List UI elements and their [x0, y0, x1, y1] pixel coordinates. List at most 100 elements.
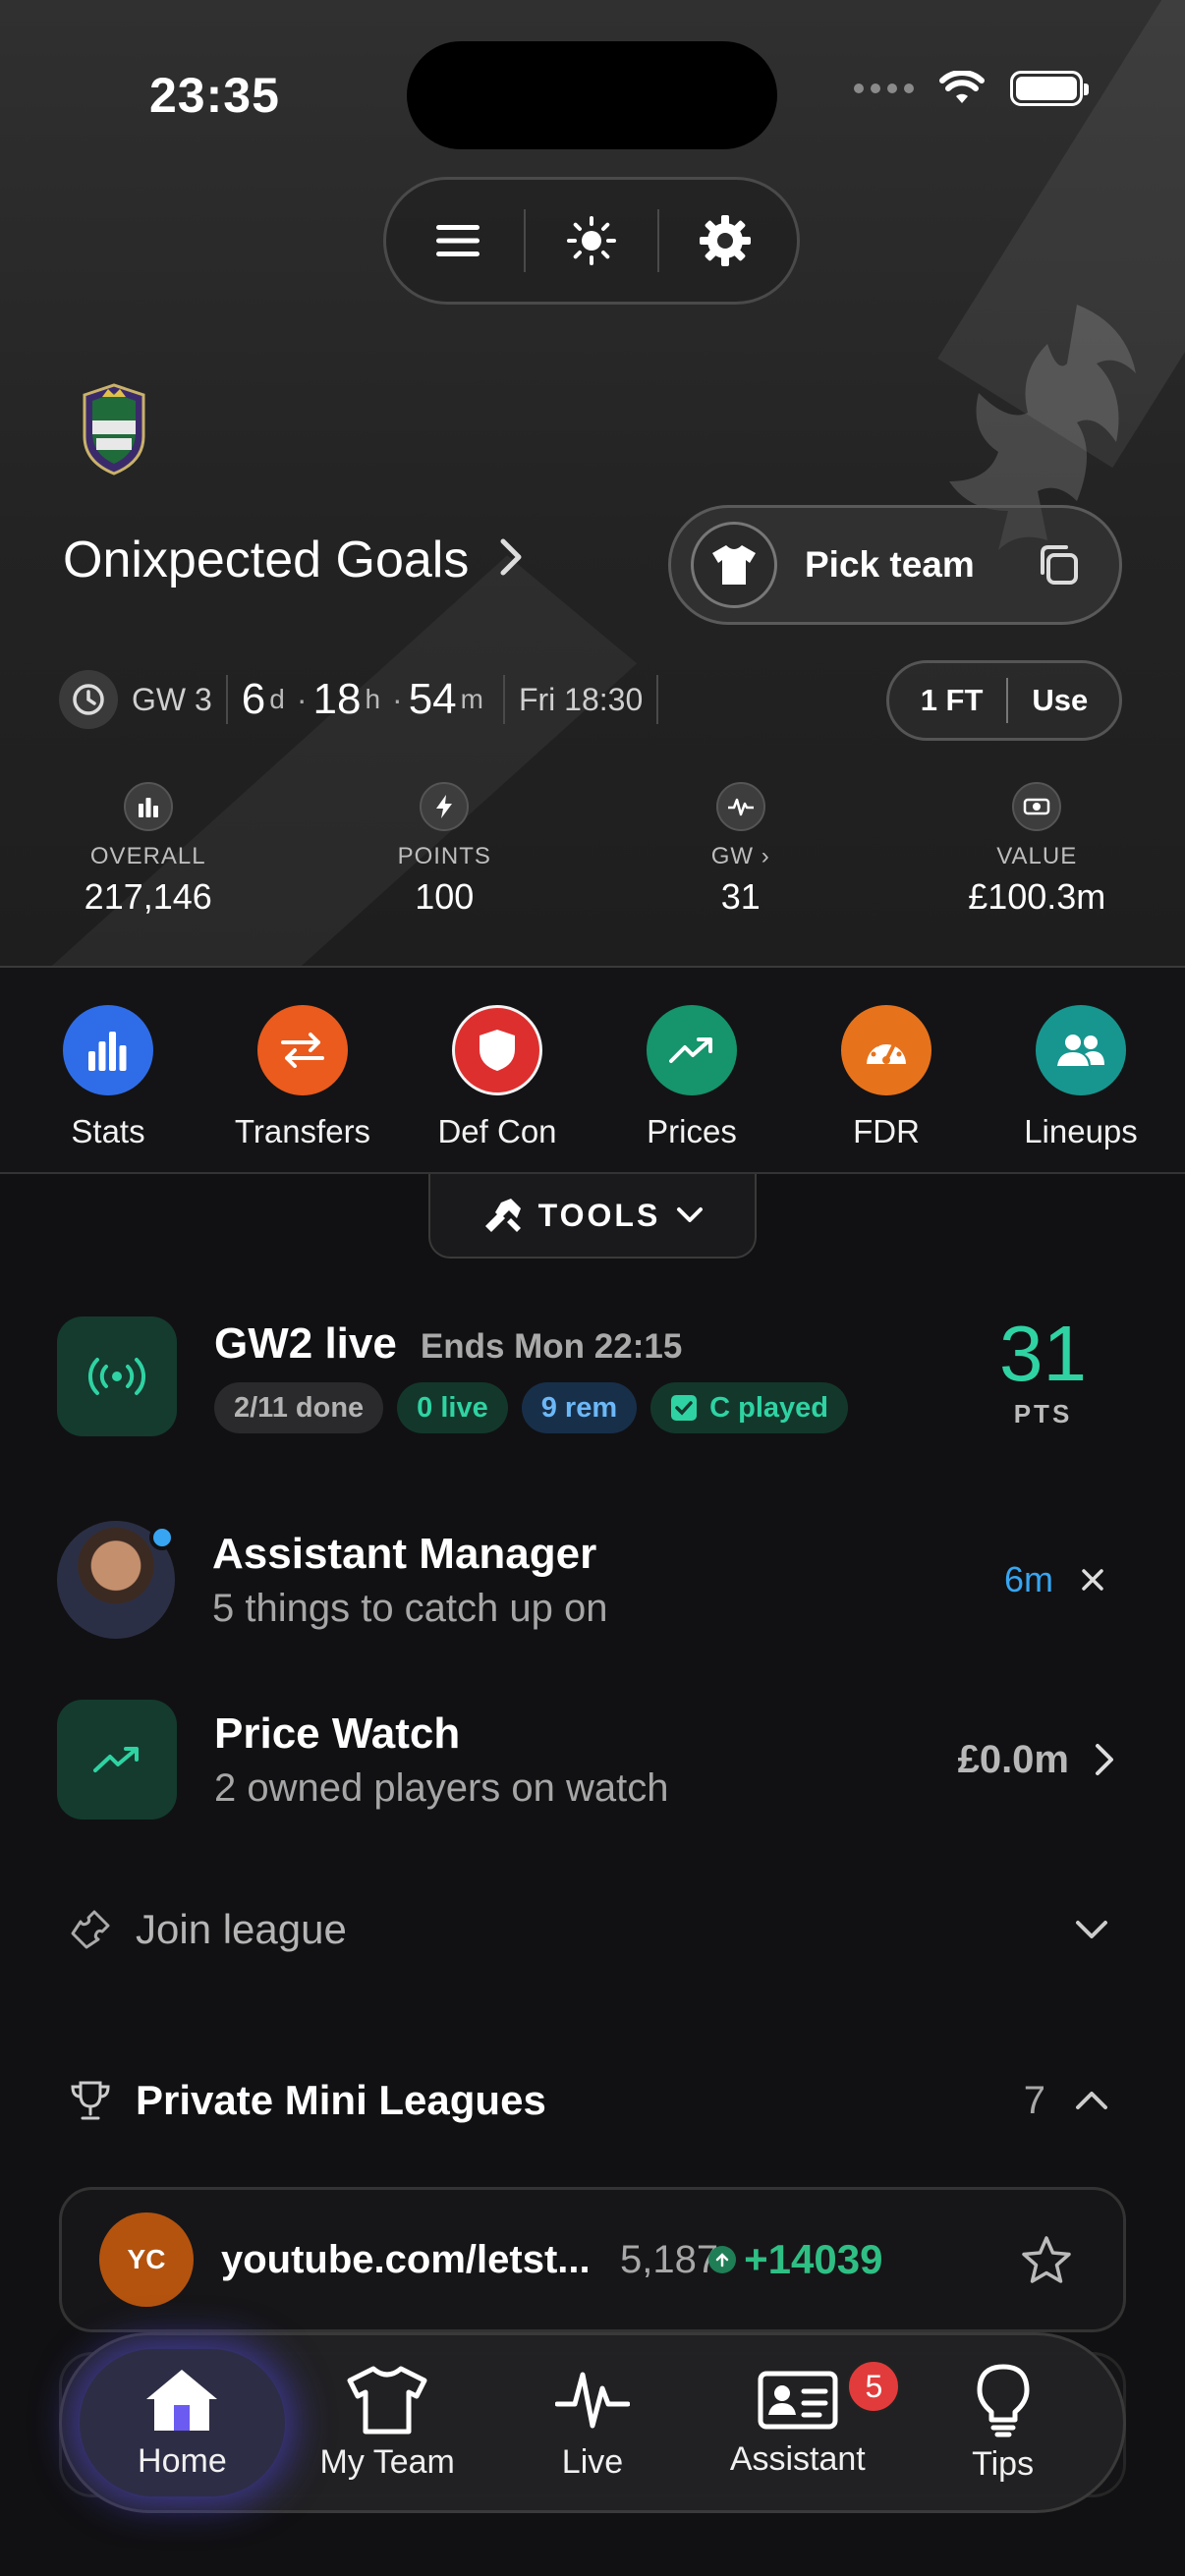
- join-league-toggle[interactable]: Join league: [69, 1906, 1120, 1953]
- gw-live-card[interactable]: GW2 live Ends Mon 22:15 2/11 done 0 live…: [57, 1316, 1128, 1436]
- online-dot: [149, 1525, 175, 1550]
- team-name: Onixpected Goals: [63, 532, 470, 588]
- league-name: youtube.com/letst...: [221, 2237, 591, 2281]
- trend-up-icon: [57, 1700, 177, 1820]
- users-icon: [1036, 1005, 1126, 1095]
- team-name-link[interactable]: Onixpected Goals: [63, 531, 524, 589]
- stat-value: 217,146: [84, 876, 212, 917]
- quick-action-label: Transfers: [234, 1113, 371, 1149]
- home-screen: 23:35 Onixpected Goals Pick team GW 3 6 …: [0, 0, 1185, 2576]
- tab-tips[interactable]: Tips: [900, 2349, 1105, 2496]
- assistant-manager-title: Assistant Manager: [212, 1529, 597, 1578]
- league-rank: 5,187: [620, 2237, 719, 2281]
- tools-dropdown[interactable]: TOOLS: [428, 1174, 757, 1259]
- points-value: 31: [999, 1310, 1087, 1397]
- tab-label: My Team: [319, 2442, 455, 2481]
- id-card-icon: [758, 2371, 838, 2429]
- trophy-icon: [71, 2081, 110, 2120]
- quick-action-transfers[interactable]: Transfers: [216, 968, 389, 1172]
- tab-live[interactable]: Live: [490, 2349, 696, 2496]
- chevron-down-icon: [677, 1207, 704, 1222]
- stat-label: GW ›: [710, 843, 770, 869]
- chip-captain-label: C played: [709, 1392, 828, 1424]
- free-transfer-pill[interactable]: 1 FT Use: [886, 660, 1122, 741]
- divider: [656, 675, 659, 724]
- tab-assistant[interactable]: Assistant 5: [695, 2349, 902, 2496]
- deadline-date: Fri 18:30: [518, 681, 644, 717]
- stat-value-team[interactable]: VALUE £100.3m: [889, 782, 1185, 918]
- pulse-icon: [715, 782, 765, 831]
- days-unit: d: [269, 684, 285, 714]
- gameweek-label: GW 3: [132, 681, 212, 717]
- pulse-icon: [554, 2372, 630, 2428]
- chevron-right-icon: [1096, 1744, 1113, 1775]
- check-box-icon: [671, 1395, 698, 1421]
- tab-label: Live: [561, 2442, 624, 2481]
- brightness-icon[interactable]: [552, 201, 631, 280]
- broadcast-icon: [57, 1316, 177, 1436]
- join-league-label: Join league: [136, 1906, 347, 1952]
- star-icon[interactable]: [1021, 2235, 1072, 2284]
- chip-live: 0 live: [397, 1382, 508, 1433]
- pick-team-button[interactable]: Pick team: [668, 505, 1122, 625]
- stat-points[interactable]: POINTS 100: [297, 782, 593, 918]
- bottom-tab-bar: Home My Team Live Assistant 5 Tips: [59, 2332, 1126, 2513]
- stat-value: £100.3m: [968, 876, 1106, 917]
- league-row[interactable]: YC youtube.com/letst... 5,187 +14039: [59, 2187, 1126, 2332]
- dynamic-island: [407, 41, 777, 149]
- gw-live-ends: Ends Mon 22:15: [420, 1327, 683, 1366]
- stat-label: OVERALL: [89, 843, 206, 869]
- quick-action-stats[interactable]: Stats: [22, 968, 195, 1172]
- close-icon[interactable]: [1081, 1568, 1104, 1592]
- home-icon: [146, 2369, 218, 2431]
- chevron-right-icon: [498, 531, 524, 589]
- assistant-time: 6m: [1003, 1559, 1053, 1599]
- points-unit: PTS: [1013, 1399, 1073, 1428]
- divider: [502, 675, 505, 724]
- quick-action-label: FDR: [853, 1113, 920, 1149]
- quick-action-fdr[interactable]: FDR: [800, 968, 973, 1172]
- mini-leagues-title: Private Mini Leagues: [136, 2077, 546, 2123]
- tab-my-team[interactable]: My Team: [285, 2349, 490, 2496]
- stat-overall[interactable]: OVERALL 217,146: [0, 782, 297, 918]
- swap-icon: [257, 1005, 348, 1095]
- ticket-icon: [71, 1910, 110, 1949]
- shirt-icon: [691, 522, 777, 608]
- price-watch-card[interactable]: Price Watch 2 owned players on watch £0.…: [57, 1700, 1128, 1820]
- mini-leagues-count: 7: [1023, 2078, 1045, 2122]
- countdown-minutes: 54: [408, 675, 457, 723]
- bar-chart-icon: [63, 1005, 153, 1095]
- assistant-manager-subtitle: 5 things to catch up on: [212, 1586, 608, 1630]
- stat-gameweek[interactable]: GW › 31: [592, 782, 889, 918]
- divider: [225, 675, 228, 724]
- hero-header: 23:35 Onixpected Goals Pick team GW 3 6 …: [0, 0, 1185, 968]
- money-icon: [1012, 782, 1062, 831]
- quick-action-lineups[interactable]: Lineups: [994, 968, 1167, 1172]
- quick-action-prices[interactable]: Prices: [605, 968, 778, 1172]
- arrow-up-icon: [708, 2246, 737, 2273]
- settings-gear-icon[interactable]: [686, 201, 764, 280]
- price-watch-value: £0.0m: [957, 1737, 1069, 1781]
- lightbulb-icon: [977, 2364, 1030, 2436]
- separator-dot: ·: [392, 681, 403, 717]
- use-transfer-button[interactable]: Use: [1032, 683, 1088, 718]
- mini-leagues-header[interactable]: Private Mini Leagues 7: [69, 2077, 1120, 2124]
- assistant-manager-card[interactable]: Assistant Manager 5 things to catch up o…: [57, 1521, 1128, 1639]
- divider: [524, 209, 527, 272]
- quick-action-def-con[interactable]: Def Con: [411, 968, 584, 1172]
- bar-chart-icon: [123, 782, 173, 831]
- chip-captain-played: C played: [650, 1382, 848, 1433]
- stat-value: 31: [720, 876, 761, 917]
- menu-icon[interactable]: [419, 201, 497, 280]
- pick-team-label: Pick team: [805, 544, 975, 585]
- tools-label: TOOLS: [537, 1197, 661, 1233]
- tab-label: Home: [138, 2441, 227, 2480]
- hours-unit: h: [365, 684, 381, 714]
- copy-icon[interactable]: [1037, 543, 1080, 587]
- rank-change-value: +14039: [744, 2236, 883, 2282]
- divider: [1006, 678, 1009, 723]
- top-pill-nav: [383, 177, 800, 305]
- minutes-unit: m: [460, 684, 483, 714]
- tab-home[interactable]: Home: [80, 2349, 285, 2496]
- bolt-icon: [420, 782, 470, 831]
